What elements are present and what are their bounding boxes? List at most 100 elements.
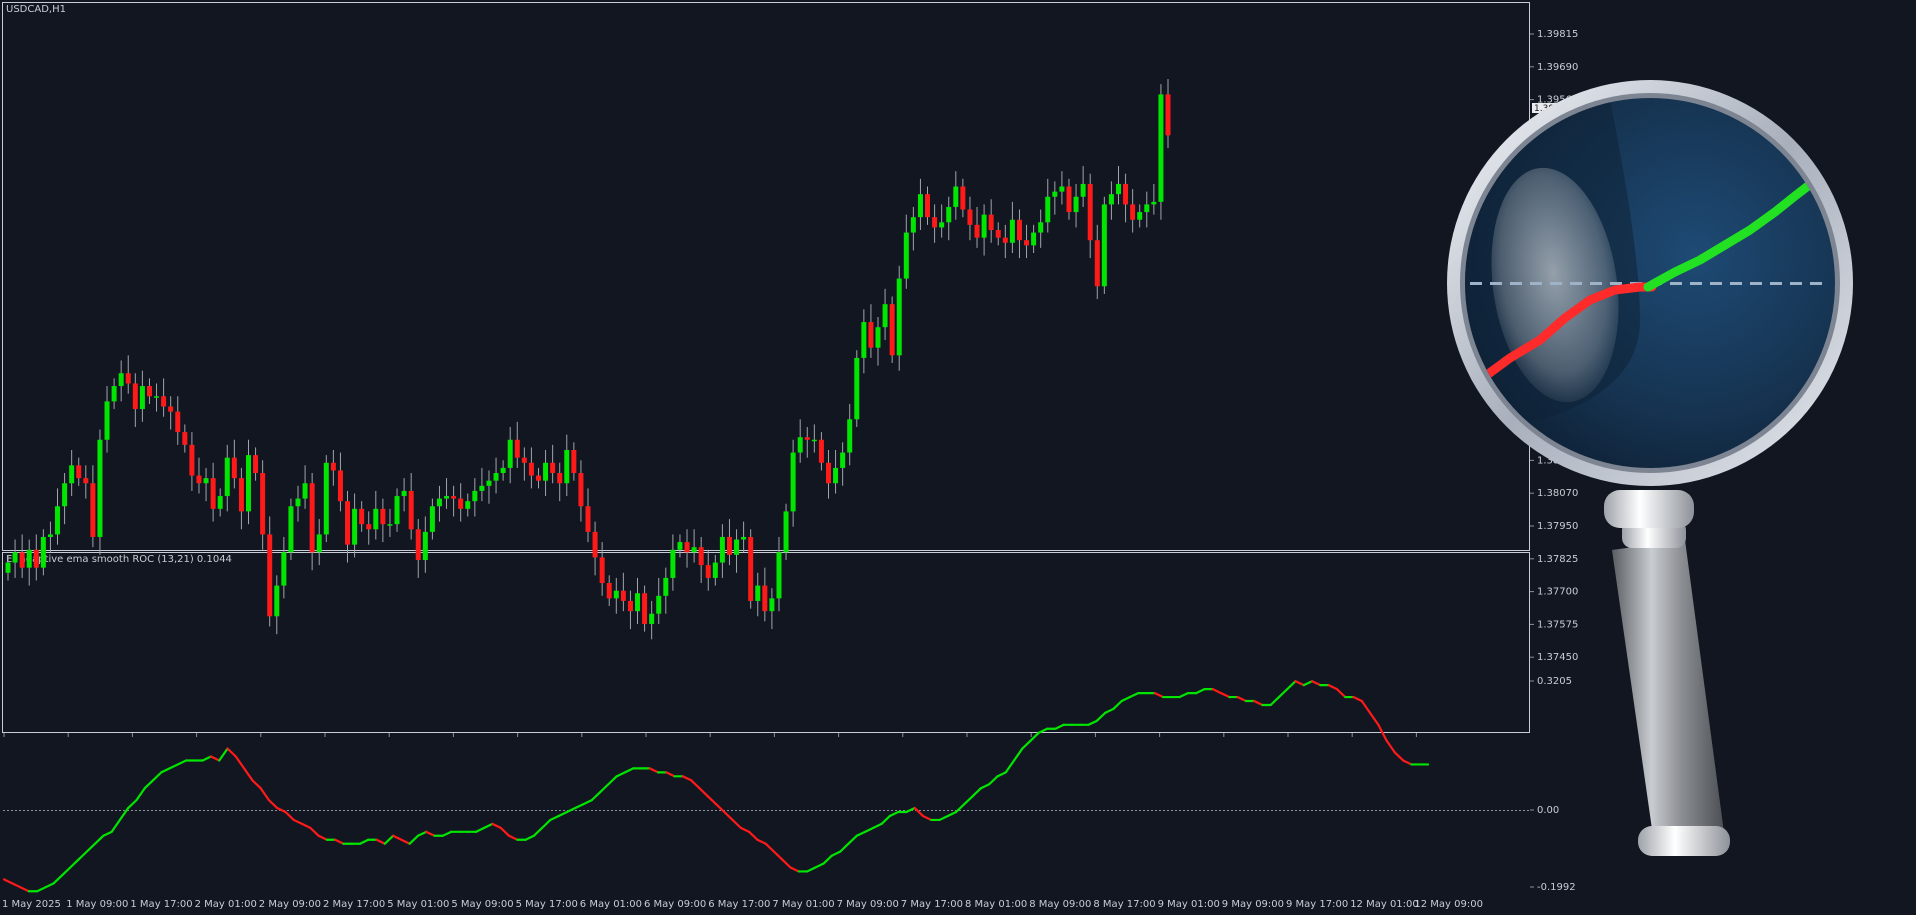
roc-segment [127, 799, 138, 810]
bear-candle [359, 508, 365, 525]
bear-candle [210, 478, 216, 509]
bull-candle [946, 206, 952, 223]
roc-segment [1368, 711, 1380, 726]
bull-candle [1151, 201, 1157, 205]
bull-candle [882, 304, 888, 328]
roc-segment [85, 842, 97, 853]
roc-segment [789, 866, 800, 873]
bear-candle [168, 406, 174, 412]
roc-segment [259, 787, 271, 802]
time-tick-label: 9 May 17:00 [1286, 899, 1348, 910]
roc-segment [690, 779, 701, 790]
bear-candle [76, 465, 82, 479]
roc-segment [102, 830, 113, 837]
roc-segment [598, 783, 610, 794]
main-chart-frame [2, 2, 1530, 551]
chart-symbol-title: USDCAD,H1 [6, 4, 66, 15]
chart-canvas[interactable]: USDCAD,H1 Er adaptive ema smooth ROC (13… [0, 0, 1916, 915]
bull-candle [854, 357, 860, 420]
roc-segment [2, 878, 14, 885]
bull-candle [1059, 186, 1065, 192]
roc-segment [226, 747, 237, 758]
time-tick-label: 5 May 17:00 [516, 899, 578, 910]
bear-candle [267, 534, 273, 617]
bull-candle [302, 483, 308, 499]
bear-candle [33, 549, 39, 568]
roc-segment [1352, 695, 1363, 703]
bear-candle [642, 593, 648, 624]
magnifier-handle [1612, 540, 1725, 850]
bear-candle [1165, 94, 1171, 136]
roc-segment [921, 814, 933, 822]
time-tick-label: 12 May 09:00 [1414, 899, 1483, 910]
bull-candle [55, 506, 61, 535]
roc-segment [143, 779, 155, 790]
roc-segment [242, 767, 254, 782]
time-tick-label: 8 May 09:00 [1029, 899, 1091, 910]
price-tick-label: 1.39690 [1537, 62, 1578, 73]
bull-candle [776, 552, 782, 599]
roc-segment [36, 886, 47, 893]
bear-candle [161, 396, 167, 407]
time-tick-label: 6 May 01:00 [580, 899, 642, 910]
roc-segment [805, 866, 817, 873]
roc-segment [392, 834, 403, 841]
time-tick-label: 2 May 01:00 [195, 899, 257, 910]
indicator-axis: 0.3205 0.00 -0.1992 [1530, 676, 1576, 893]
roc-segment [400, 838, 411, 845]
bear-candle [231, 457, 237, 479]
roc-segment [880, 814, 891, 825]
time-tick-label: 6 May 17:00 [708, 899, 770, 910]
roc-segment [93, 834, 105, 845]
bull-candle [1052, 191, 1058, 197]
bull-candle [564, 449, 570, 484]
bear-candle [592, 531, 598, 558]
bear-candle [889, 304, 895, 356]
indicator-frame [2, 552, 1530, 733]
bear-candle [557, 473, 563, 484]
bear-candle [260, 473, 266, 535]
bear-candle [818, 439, 824, 463]
roc-segment [748, 830, 759, 841]
roc-segment [1219, 691, 1231, 699]
bull-candle [472, 490, 478, 502]
magnifier-handle-cap [1638, 826, 1730, 856]
bear-candle [175, 411, 181, 433]
bear-candle [762, 585, 768, 612]
roc-segment [706, 795, 718, 806]
price-tick-label: 1.39815 [1537, 29, 1578, 40]
roc-segment [491, 822, 502, 829]
roc-segment [1302, 680, 1314, 687]
magnifier-collar [1604, 490, 1694, 528]
roc-segment [292, 818, 304, 825]
price-tick-label: 1.37450 [1537, 652, 1578, 663]
roc-segment [532, 826, 544, 837]
bull-candle [352, 508, 358, 545]
roc-indicator-line [2, 680, 1430, 893]
roc-segment [383, 834, 395, 845]
time-tick-label: 1 May 2025 [2, 899, 61, 910]
bear-candle [1002, 237, 1008, 243]
bear-candle [182, 432, 188, 445]
roc-segment [1335, 688, 1347, 699]
bull-candle [734, 539, 740, 555]
roc-segment [1277, 688, 1289, 699]
bull-candle [649, 613, 655, 624]
bear-candle [514, 439, 520, 458]
roc-segment [971, 787, 983, 798]
roc-segment [1054, 723, 1065, 730]
roc-segment [1393, 751, 1405, 762]
bear-candle [146, 386, 152, 397]
bull-candle [26, 549, 32, 568]
bear-candle [125, 373, 131, 384]
bear-candle [627, 600, 633, 612]
time-tick-label: 5 May 09:00 [451, 899, 513, 910]
bear-candle [726, 536, 732, 555]
bull-candle [797, 437, 803, 453]
bear-candle [19, 552, 25, 568]
bull-candle [1137, 212, 1143, 220]
time-tick-label: 1 May 09:00 [66, 899, 128, 910]
bull-candle [1101, 204, 1107, 287]
bear-candle [380, 508, 386, 525]
roc-segment [44, 882, 55, 889]
